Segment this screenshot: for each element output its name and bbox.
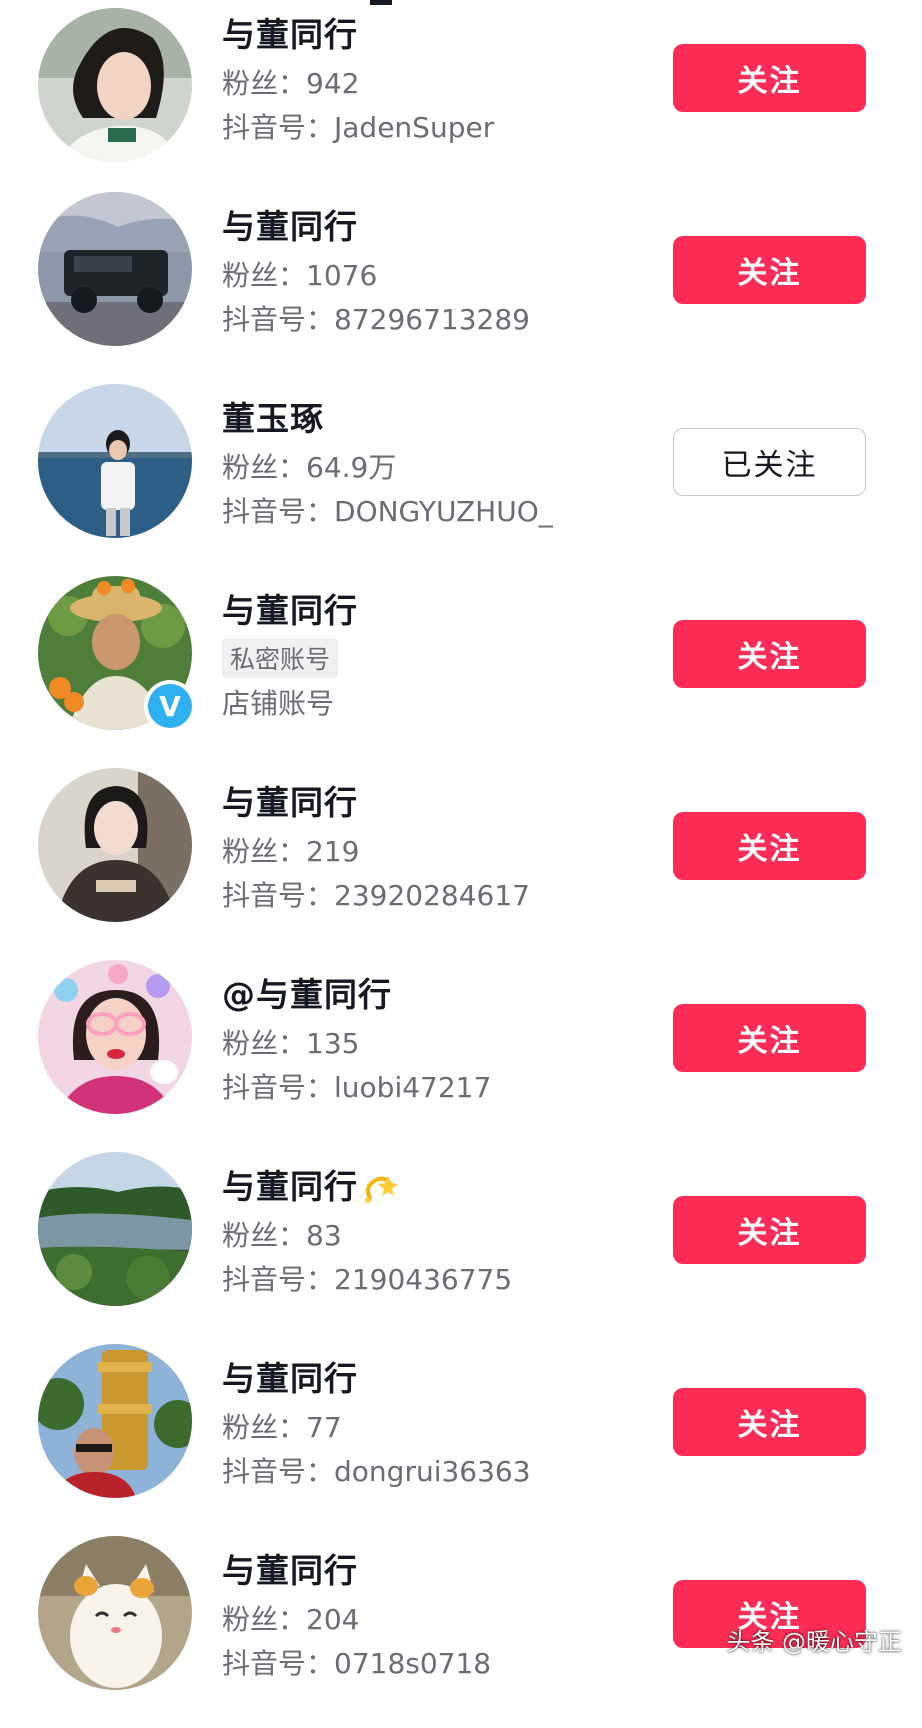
douyin-id: 抖音号：JadenSuper	[222, 111, 495, 144]
user-name[interactable]: @与董同行	[222, 968, 392, 1016]
douyin-id: 抖音号：0718s0718	[222, 1647, 492, 1680]
follow-button[interactable]: 关注	[673, 1388, 866, 1456]
verified-v-badge: V	[144, 680, 196, 732]
lake-landscape-image	[38, 1152, 192, 1306]
list-item[interactable]: 董玉琢 粉丝：64.9万 抖音号：DONGYUZHUO_ 已关注	[0, 384, 922, 576]
avatar[interactable]	[38, 1152, 192, 1306]
followed-button[interactable]: 已关注	[673, 428, 866, 496]
user-name[interactable]: 与董同行	[222, 200, 358, 248]
user-name[interactable]: 与董同行	[222, 1352, 358, 1400]
avatar[interactable]	[38, 1536, 192, 1690]
user-name[interactable]: 董玉琢	[222, 392, 324, 440]
fans-count: 粉丝：204	[222, 1603, 360, 1636]
douyin-id: 抖音号：luobi47217	[222, 1071, 492, 1104]
private-account-tag: 私密账号	[222, 638, 339, 678]
list-item[interactable]: 与董同行 粉丝：942 抖音号：JadenSuper 关注	[0, 0, 922, 192]
avatar[interactable]	[38, 8, 192, 162]
black-suv-image	[38, 192, 192, 346]
avatar[interactable]	[38, 768, 192, 922]
list-item[interactable]: 与董同行 粉丝：83 抖音号：2190436775 关注	[0, 1152, 922, 1344]
douyin-id: 抖音号：23920284617	[222, 879, 530, 912]
follow-button[interactable]: 关注	[673, 44, 866, 112]
follow-button[interactable]: 关注	[673, 1004, 866, 1072]
v-badge-icon: V	[148, 684, 192, 728]
douyin-id: 抖音号：dongrui36363	[222, 1455, 531, 1488]
user-name[interactable]: 与董同行	[222, 1160, 400, 1208]
douyin-id: 抖音号：DONGYUZHUO_	[222, 495, 553, 528]
woman-filter-image	[38, 960, 192, 1114]
fans-count: 粉丝：942	[222, 67, 360, 100]
fans-count: 粉丝：77	[222, 1411, 342, 1444]
avatar[interactable]	[38, 384, 192, 538]
lucky-cat-image	[38, 1536, 192, 1690]
fans-count: 粉丝：219	[222, 835, 360, 868]
man-golden-tower-image	[38, 1344, 192, 1498]
list-item[interactable]: V 与董同行 私密账号 店铺账号 关注	[0, 576, 922, 768]
fans-count: 粉丝：64.9万	[222, 451, 397, 484]
avatar[interactable]	[38, 192, 192, 346]
toutiao-watermark: 头条 @暖心守正	[726, 1628, 902, 1656]
list-item[interactable]: 与董同行 粉丝：77 抖音号：dongrui36363 关注	[0, 1344, 922, 1536]
douyin-id: 抖音号：87296713289	[222, 303, 530, 336]
douyin-id: 抖音号：2190436775	[222, 1263, 513, 1296]
list-item[interactable]: 与董同行 粉丝：1076 抖音号：87296713289 关注	[0, 192, 922, 384]
user-name[interactable]: 与董同行	[222, 8, 358, 56]
avatar[interactable]	[38, 1344, 192, 1498]
user-name[interactable]: 与董同行	[222, 584, 358, 632]
follow-button[interactable]: 关注	[673, 620, 866, 688]
list-item[interactable]: 与董同行 粉丝：219 抖音号：23920284617 关注	[0, 768, 922, 960]
follow-button[interactable]: 关注	[673, 812, 866, 880]
girl-hoodie-image	[38, 768, 192, 922]
user-name[interactable]: 与董同行	[222, 776, 358, 824]
avatar[interactable]	[38, 960, 192, 1114]
follow-button[interactable]: 关注	[673, 236, 866, 304]
person-by-sea-image	[38, 384, 192, 538]
woman-portrait-image	[38, 8, 192, 162]
fans-count: 粉丝：135	[222, 1027, 360, 1060]
fans-count: 粉丝：1076	[222, 259, 378, 292]
user-name[interactable]: 与董同行	[222, 1544, 358, 1592]
fans-count: 粉丝：83	[222, 1219, 342, 1252]
list-item[interactable]: @与董同行 粉丝：135 抖音号：luobi47217 关注	[0, 960, 922, 1152]
sparkle-icon	[365, 1175, 398, 1203]
shop-account-label: 店铺账号	[222, 687, 335, 720]
follow-button[interactable]: 关注	[673, 1196, 866, 1264]
